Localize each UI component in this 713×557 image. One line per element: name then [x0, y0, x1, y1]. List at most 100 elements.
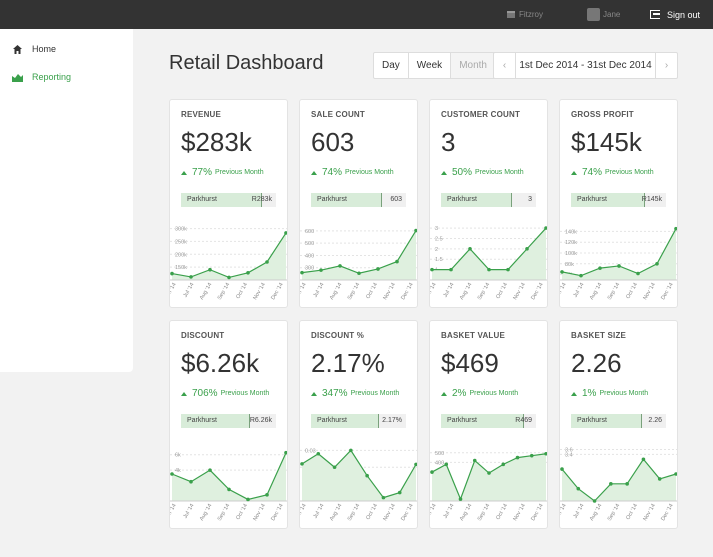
x-tick-label: Oct '14: [625, 503, 639, 521]
sign-out-button[interactable]: Sign out: [650, 0, 700, 29]
data-point[interactable]: [506, 267, 510, 272]
x-tick-label: Oct '14: [365, 282, 379, 300]
data-point[interactable]: [284, 450, 288, 455]
data-point[interactable]: [458, 497, 463, 501]
customer-count-card[interactable]: CUSTOMER COUNT 3 50% Previous Month Parkhurs…: [429, 99, 548, 308]
basket-value-card[interactable]: BASKET VALUE $469 2% Previous Month Parkhurs…: [429, 320, 548, 529]
x-tick-label: Jul '14: [443, 282, 456, 299]
user-menu[interactable]: Jane: [587, 0, 620, 29]
data-point[interactable]: [430, 470, 434, 474]
data-point[interactable]: [579, 273, 583, 278]
discount-card[interactable]: DISCOUNT $6.26k 706% Previous Month Parkhurs…: [169, 320, 288, 529]
data-point[interactable]: [515, 455, 520, 460]
x-tick-label: Dec '14: [270, 282, 284, 301]
change-percent: 77%: [192, 167, 213, 178]
data-point[interactable]: [208, 468, 212, 472]
data-point[interactable]: [544, 226, 548, 230]
bar-value: R6.26k: [249, 417, 272, 424]
data-point[interactable]: [414, 228, 418, 233]
x-tick-label: Oct '14: [235, 282, 249, 300]
data-point[interactable]: [525, 247, 529, 251]
data-point[interactable]: [227, 487, 231, 492]
data-point[interactable]: [430, 267, 434, 272]
data-point[interactable]: [227, 275, 231, 280]
data-point[interactable]: [284, 231, 288, 235]
sign-out-label: Sign out: [667, 9, 701, 20]
data-point[interactable]: [655, 262, 659, 266]
basket-size-card[interactable]: BASKET SIZE 2.26 1% Previous Month Parkhurst…: [559, 320, 678, 529]
gross-profit-card[interactable]: GROSS PROFIT $145k 74% Previous Month Parkhu…: [559, 99, 678, 308]
sale-count-card[interactable]: SALE COUNT 603 74% Previous Month Parkhurst 6…: [299, 99, 418, 308]
data-point[interactable]: [636, 271, 640, 276]
data-point[interactable]: [170, 472, 174, 476]
x-tick-label: Sep '14: [347, 282, 361, 301]
data-point[interactable]: [349, 448, 353, 453]
data-point[interactable]: [414, 462, 418, 467]
data-point[interactable]: [397, 490, 402, 495]
data-point[interactable]: [560, 270, 564, 274]
data-point[interactable]: [357, 271, 361, 276]
data-point[interactable]: [319, 268, 323, 272]
sidebar-item-home[interactable]: Home: [12, 41, 56, 57]
data-point[interactable]: [265, 493, 269, 497]
data-point[interactable]: [365, 473, 369, 478]
data-point[interactable]: [376, 267, 380, 271]
data-point[interactable]: [300, 270, 304, 275]
data-point[interactable]: [617, 264, 621, 268]
data-point[interactable]: [246, 497, 250, 502]
change-label: Previous Month: [350, 390, 400, 397]
data-point[interactable]: [246, 271, 250, 275]
sidebar-item-reporting[interactable]: Reporting: [12, 69, 71, 85]
store-comparison-bar: Parkhurst 2.17%: [311, 414, 406, 428]
x-tick-label: Jun '14: [560, 503, 568, 521]
x-tick-label: Sep '14: [477, 282, 491, 301]
data-point[interactable]: [189, 479, 193, 484]
y-tick-label: 6k: [175, 453, 181, 459]
discount-pct-card[interactable]: DISCOUNT % 2.17% 347% Previous Month Parkhur…: [299, 320, 418, 529]
sidebar-item-label: Reporting: [32, 72, 72, 82]
data-point[interactable]: [529, 453, 534, 458]
store-selector[interactable]: Fitzroy: [507, 0, 543, 29]
data-point[interactable]: [300, 462, 304, 466]
data-point[interactable]: [189, 275, 193, 279]
data-point[interactable]: [381, 495, 386, 500]
month-button[interactable]: Month: [451, 53, 495, 78]
change-indicator: 50% Previous Month: [441, 167, 524, 178]
data-point[interactable]: [576, 486, 581, 491]
data-point[interactable]: [170, 271, 174, 276]
x-tick-label: Jul '14: [573, 503, 586, 520]
sparkline-chart: 3.63.4Jun '14 Jul '14 Aug '14 Sep '14 Oct '1…: [560, 447, 678, 522]
data-point[interactable]: [609, 482, 613, 486]
data-point[interactable]: [487, 267, 491, 272]
data-point[interactable]: [208, 267, 212, 272]
data-point[interactable]: [472, 458, 477, 463]
card-title: SALE COUNT: [311, 110, 365, 119]
data-point[interactable]: [625, 482, 629, 486]
data-point[interactable]: [641, 457, 646, 462]
data-point[interactable]: [560, 467, 564, 471]
date-range-label[interactable]: 1st Dec 2014 - 31st Dec 2014: [516, 53, 655, 78]
data-point[interactable]: [332, 465, 337, 470]
data-point[interactable]: [501, 462, 506, 467]
week-button[interactable]: Week: [409, 53, 452, 78]
bar-store-name: Parkhurst: [577, 196, 607, 203]
data-point[interactable]: [444, 462, 449, 467]
day-button[interactable]: Day: [374, 53, 409, 78]
data-point[interactable]: [487, 471, 491, 475]
data-point[interactable]: [338, 264, 342, 268]
y-tick-label: 1.5: [435, 257, 443, 263]
data-point[interactable]: [449, 267, 453, 272]
data-point[interactable]: [674, 472, 678, 476]
data-point[interactable]: [395, 259, 399, 264]
data-point[interactable]: [592, 499, 597, 503]
data-point[interactable]: [316, 451, 321, 456]
data-point[interactable]: [674, 226, 678, 231]
chevron-right-icon[interactable]: ›: [655, 53, 677, 78]
data-point[interactable]: [657, 477, 662, 481]
data-point[interactable]: [265, 260, 269, 264]
chevron-left-icon[interactable]: ‹: [494, 53, 516, 78]
revenue-card[interactable]: REVENUE $283k 77% Previous Month Parkhurst R2…: [169, 99, 288, 308]
data-point[interactable]: [598, 266, 602, 270]
data-point[interactable]: [468, 247, 472, 251]
data-point[interactable]: [544, 451, 548, 456]
